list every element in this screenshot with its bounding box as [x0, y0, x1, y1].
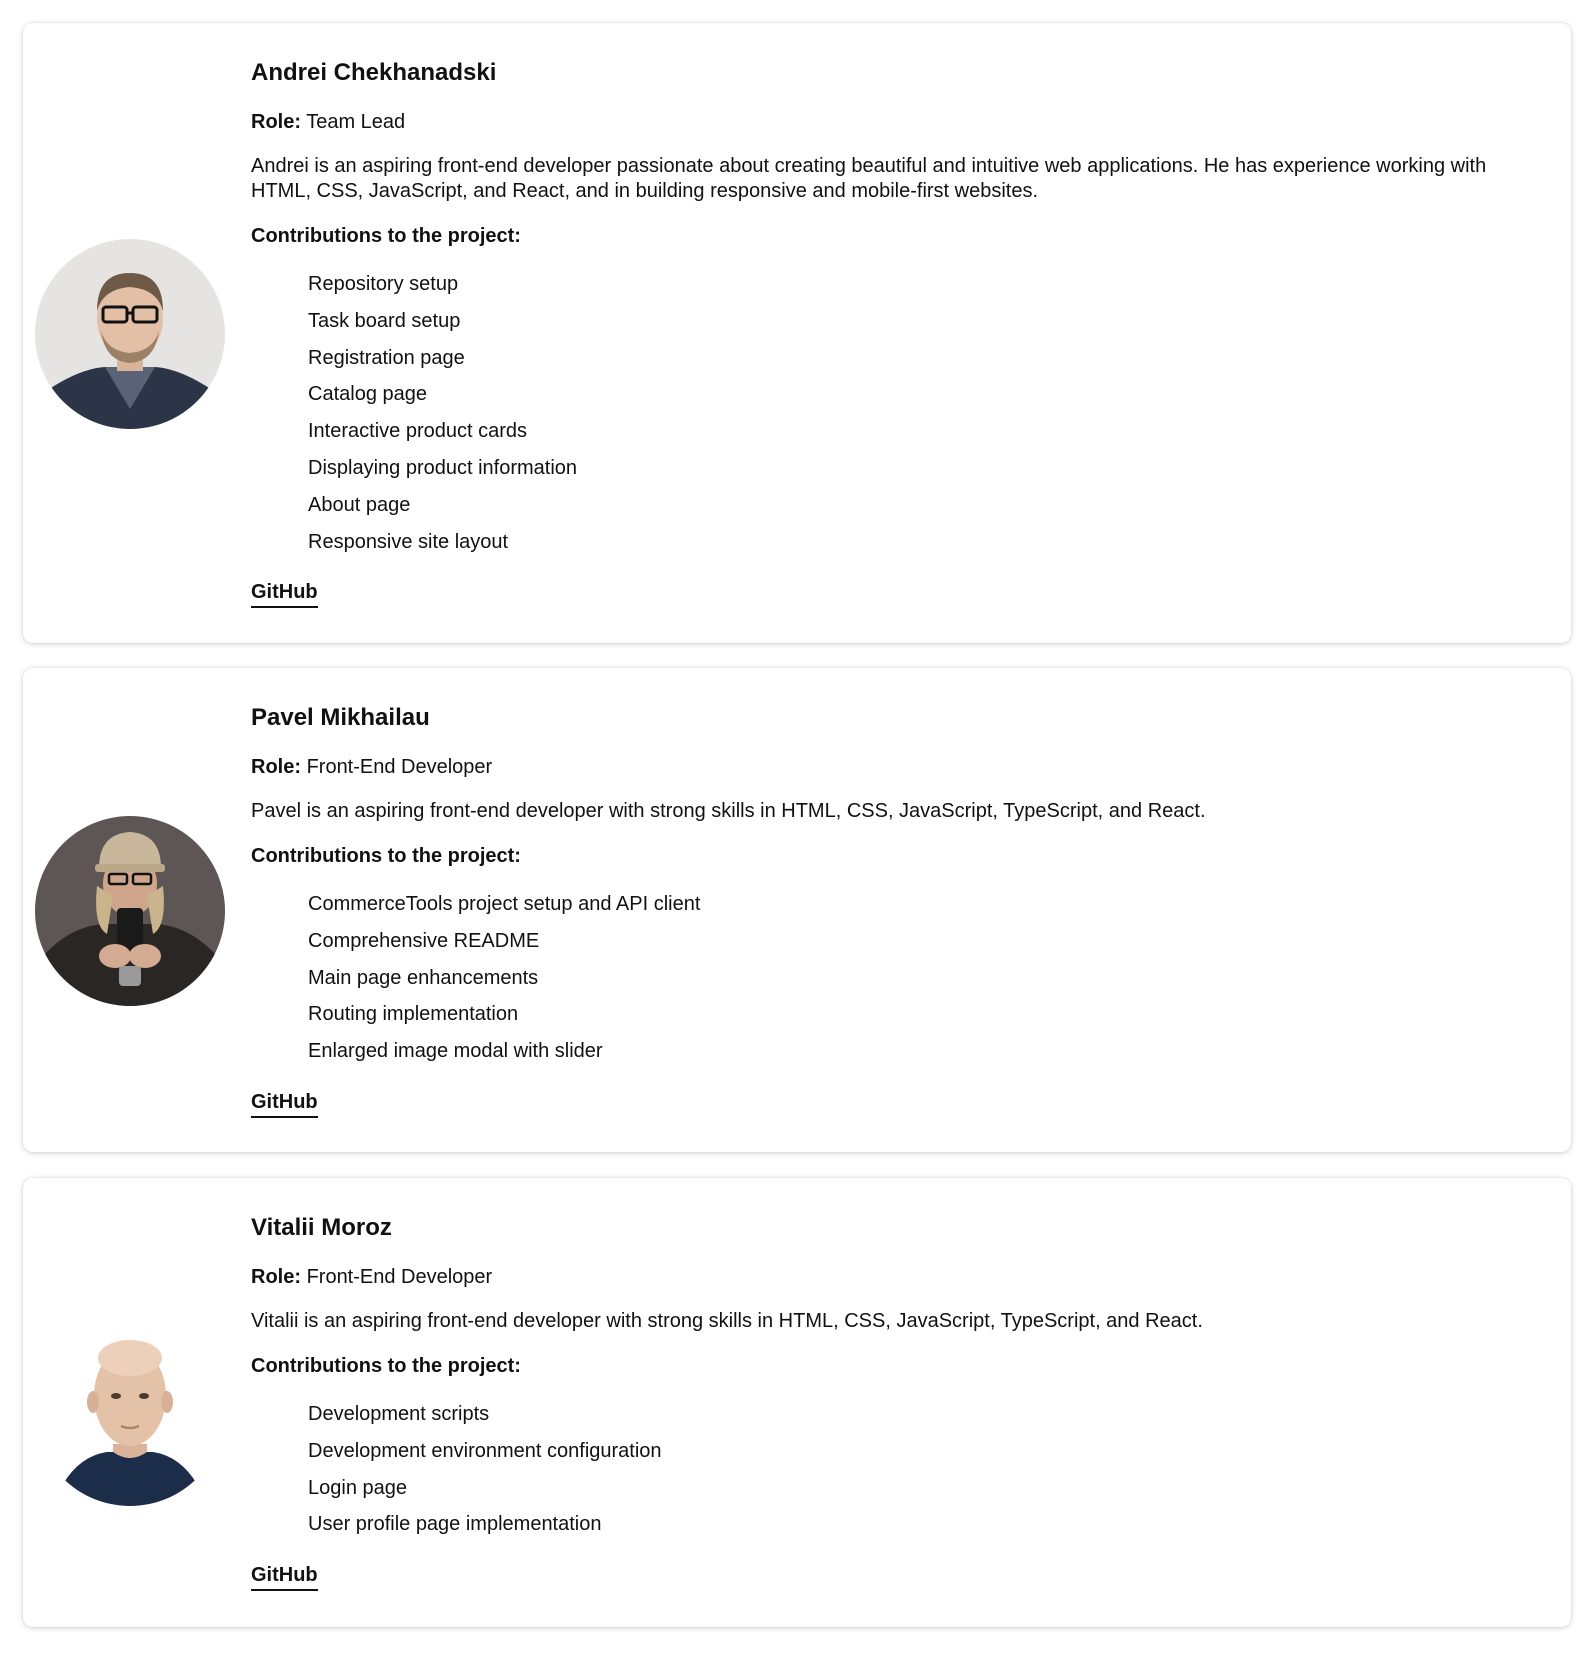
- github-link[interactable]: GitHub: [251, 1089, 318, 1118]
- member-photo: [35, 816, 225, 1006]
- member-role: Role: Team Lead: [251, 109, 1547, 135]
- contribution-item: Catalog page: [308, 383, 427, 406]
- contribution-item: Comprehensive README: [308, 929, 540, 952]
- role-value: Front-End Developer: [306, 1266, 493, 1288]
- role-value: Team Lead: [306, 111, 406, 133]
- contribution-item: CommerceTools project setup and API clie…: [308, 893, 701, 915]
- member-bio: Vitalii is an aspiring front-end develop…: [251, 1310, 1203, 1332]
- member-bio: Andrei is an aspiring front-end develope…: [251, 155, 1487, 202]
- contribution-item: Development scripts: [308, 1403, 490, 1425]
- member-role: Role: Front-End Developer: [251, 1264, 1547, 1290]
- contributions-title: Contributions to the project:: [251, 225, 521, 247]
- contributions-list: CommerceTools project setup and API clie…: [251, 891, 1547, 1064]
- contributions-list: Repository setup Task board setup Regist…: [251, 271, 1547, 555]
- contribution-item: Registration page: [308, 346, 465, 369]
- contribution-item: Enlarged image modal with slider: [308, 1040, 603, 1063]
- role-value: Front-End Developer: [306, 756, 493, 778]
- role-label: Role:: [251, 111, 301, 133]
- member-photo: [35, 1316, 225, 1506]
- member-info: Andrei Chekhanadski Role: Team Lead Andr…: [251, 59, 1547, 609]
- contributions-title: Contributions to the project:: [251, 1355, 521, 1377]
- member-card: Vitalii Moroz Role: Front-End Developer …: [23, 1178, 1571, 1627]
- portrait-image: [35, 1316, 225, 1506]
- contribution-item: Main page enhancements: [308, 966, 539, 989]
- member-name: Vitalii Moroz: [251, 1214, 392, 1241]
- contribution-item: User profile page implementation: [308, 1513, 602, 1536]
- member-card: Pavel Mikhailau Role: Front-End Develope…: [23, 668, 1571, 1152]
- contribution-item: Repository setup: [308, 273, 459, 295]
- contribution-item: Login page: [308, 1476, 407, 1499]
- role-label: Role:: [251, 756, 301, 778]
- member-role: Role: Front-End Developer: [251, 754, 1547, 780]
- portrait-image: [35, 239, 225, 429]
- github-link[interactable]: GitHub: [251, 1562, 318, 1592]
- member-info: Pavel Mikhailau Role: Front-End Develope…: [251, 704, 1547, 1118]
- github-link[interactable]: GitHub: [251, 579, 318, 609]
- contribution-item: Routing implementation: [308, 1003, 519, 1026]
- member-info: Vitalii Moroz Role: Front-End Developer …: [251, 1214, 1547, 1592]
- contribution-item: Displaying product information: [308, 456, 578, 479]
- member-bio: Pavel is an aspiring front-end developer…: [251, 800, 1206, 822]
- contribution-item: About page: [308, 493, 411, 516]
- member-card: Andrei Chekhanadski Role: Team Lead Andr…: [23, 23, 1571, 643]
- contribution-item: Development environment configuration: [308, 1439, 662, 1462]
- contributions-list: Development scripts Development environm…: [251, 1401, 1547, 1537]
- role-label: Role:: [251, 1266, 301, 1288]
- contribution-item: Task board setup: [308, 309, 461, 332]
- member-name: Andrei Chekhanadski: [251, 59, 497, 86]
- member-photo: [35, 239, 225, 429]
- contribution-item: Interactive product cards: [308, 420, 527, 443]
- contributions-title: Contributions to the project:: [251, 845, 521, 867]
- member-name: Pavel Mikhailau: [251, 704, 430, 731]
- contribution-item: Responsive site layout: [308, 530, 509, 553]
- portrait-image: [35, 816, 225, 1006]
